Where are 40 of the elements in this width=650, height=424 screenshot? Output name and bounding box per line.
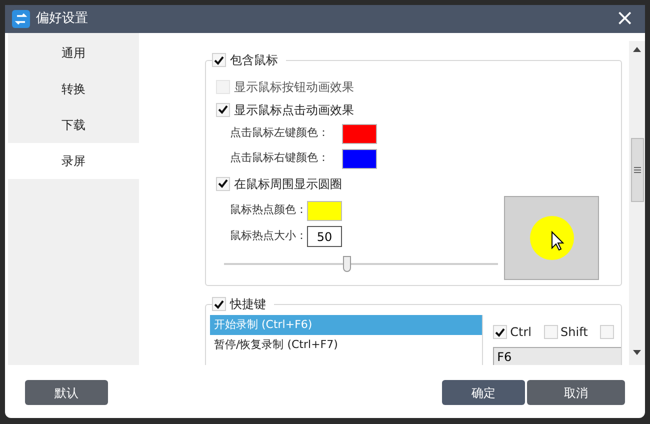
option-label: Ctrl: [510, 324, 532, 341]
default-button[interactable]: 默认: [25, 380, 108, 405]
checkbox[interactable]: [544, 325, 558, 339]
color-swatch[interactable]: [342, 148, 377, 168]
vertical-scrollbar[interactable]: [629, 41, 645, 365]
slider-track[interactable]: [224, 256, 498, 272]
ok-button[interactable]: 确定: [442, 380, 525, 405]
checkbox[interactable]: [216, 102, 230, 116]
group-label: 包含鼠标: [230, 52, 278, 69]
field-label: 点击鼠标右键颜色：: [230, 150, 330, 166]
option-label: 显示鼠标点击动画效果: [234, 102, 354, 118]
color-swatch[interactable]: [307, 200, 342, 220]
scrollbar-thumb[interactable]: [630, 138, 644, 202]
option-label: 在鼠标周围显示圆圈: [234, 176, 342, 192]
scroll-up-icon[interactable]: [633, 47, 641, 52]
close-button[interactable]: ×: [612, 8, 638, 30]
field-label: 鼠标热点颜色：: [230, 202, 307, 218]
sidebar-item[interactable]: 录屏: [8, 143, 139, 179]
size-input[interactable]: 50: [307, 226, 342, 247]
grip-icon: [634, 167, 640, 173]
window-title: 偏好设置: [36, 10, 89, 28]
option-label: Shift: [560, 324, 588, 341]
color-swatch[interactable]: [342, 124, 377, 144]
group-label: 快捷键: [230, 296, 266, 313]
checkbox[interactable]: [216, 80, 230, 94]
cancel-button[interactable]: 取消: [527, 380, 625, 405]
cursor-highlight-drawing: [530, 216, 574, 260]
option-label: 显示鼠标按钮动画效果: [234, 78, 354, 96]
checkbox[interactable]: [493, 325, 508, 339]
checkbox[interactable]: [600, 325, 614, 339]
slider-thumb[interactable]: [343, 256, 352, 272]
hotkey-item[interactable]: 暂停/恢复录制 (Ctrl+F7): [210, 335, 482, 355]
key-dropdown[interactable]: F6: [493, 347, 621, 365]
checkbox[interactable]: [212, 297, 226, 311]
app-logo-icon: [12, 10, 30, 28]
checkbox[interactable]: [212, 53, 226, 67]
field-label: 鼠标热点大小：: [230, 228, 307, 244]
scroll-down-icon[interactable]: [633, 350, 641, 355]
checkbox[interactable]: [216, 176, 230, 190]
field-label: 点击鼠标左键颜色：: [230, 125, 330, 142]
